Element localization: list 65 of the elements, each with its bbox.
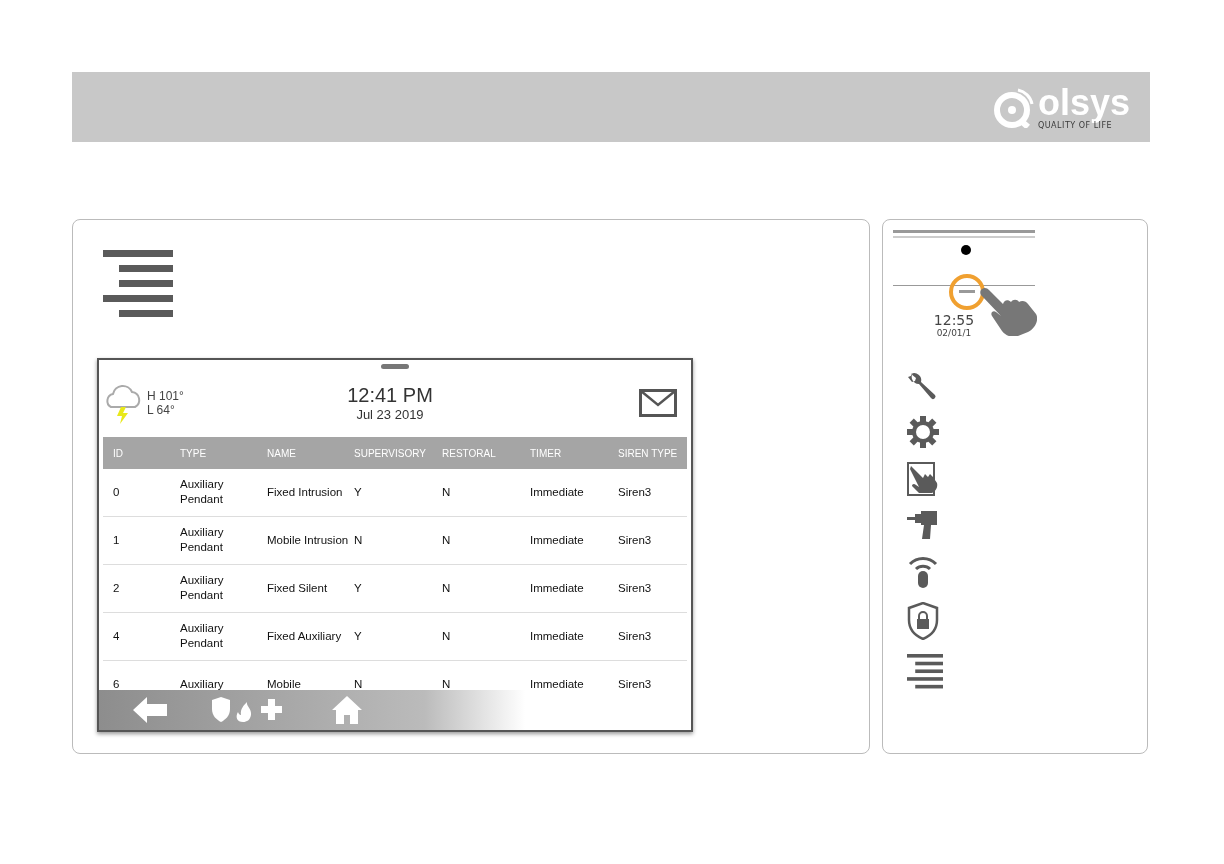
table-cell-text: Auxiliary Pendant <box>180 477 225 508</box>
table-cell-text: 2 <box>113 580 121 596</box>
table-cell-text: N <box>442 628 452 644</box>
table-row[interactable]: 2 Auxiliary Pendant Fixed Silent Y N Immediate Siren3 <box>103 564 687 613</box>
table-row[interactable]: 0 Auxiliary Pendant Fixed Intrusion Y N Immediate Siren3 <box>103 468 687 517</box>
drawer-handle[interactable] <box>381 364 409 369</box>
logo-icon <box>993 86 1036 128</box>
drill-icon[interactable] <box>907 510 939 540</box>
column-header: SUPERVISORY <box>354 447 427 459</box>
high-temperature: H 101° <box>147 389 184 404</box>
preview-time: 12:55 <box>933 312 975 328</box>
table-row[interactable]: 4 Auxiliary Pendant Fixed Auxiliary Y N Immediate Siren3 <box>103 612 687 661</box>
table-cell-text: Immediate <box>530 484 585 500</box>
shield-lock-icon[interactable] <box>907 602 939 640</box>
menu-icon <box>103 250 173 320</box>
back-arrow-icon[interactable] <box>133 697 167 724</box>
table-cell-text: Mobile <box>267 676 302 691</box>
table-cell-text: N <box>354 532 364 548</box>
table-cell-text: Siren3 <box>618 628 653 644</box>
table-cell-text: Fixed Intrusion <box>267 484 344 500</box>
wireless-remote-icon[interactable] <box>907 554 939 588</box>
clock-date: Jul 23 2019 <box>356 407 424 423</box>
table-cell-text: Auxiliary Pendant <box>180 573 225 604</box>
menu-icon <box>907 654 943 690</box>
table-cell-text: Fixed Auxiliary <box>267 628 343 644</box>
table-cell-text: 6 <box>113 676 121 691</box>
low-temperature: L 64° <box>147 403 176 418</box>
table-cell-text: 1 <box>113 532 121 548</box>
shield-fire-plus-icon[interactable] <box>211 697 283 724</box>
table-cell-text: Fixed Silent <box>267 580 329 596</box>
table-cell-text: 4 <box>113 628 121 644</box>
table-cell-text: N <box>442 484 452 500</box>
table-cell-text: Y <box>354 580 363 596</box>
table-cell-text: Siren3 <box>618 532 653 548</box>
table-cell-text: Immediate <box>530 628 585 644</box>
mail-icon[interactable] <box>639 389 677 418</box>
column-header: ID <box>113 447 124 459</box>
clock-time: 12:41 PM <box>347 384 433 408</box>
table-cell-text: Y <box>354 484 363 500</box>
table-cell-text: Immediate <box>530 580 585 596</box>
preview-date: 02/01/1 <box>936 328 972 338</box>
table-cell-text: Siren3 <box>618 484 653 500</box>
column-header: SIREN TYPE <box>618 447 679 459</box>
brand-name: olsys <box>1037 84 1130 121</box>
table-cell-text: Mobile Intrusion <box>267 532 350 548</box>
table-cell-text: Auxiliary <box>180 676 225 691</box>
column-header: NAME <box>267 447 297 459</box>
table-cell-text: N <box>354 676 364 691</box>
table-cell-text: N <box>442 532 452 548</box>
table-cell-text: 0 <box>113 484 121 500</box>
table-cell-text: N <box>442 580 452 596</box>
table-cell-text: Siren3 <box>618 676 653 691</box>
column-header: RESTORAL <box>442 447 497 459</box>
table-cell-text: Siren3 <box>618 580 653 596</box>
table-cell-text: Immediate <box>530 532 585 548</box>
table-cell-text: Auxiliary Pendant <box>180 525 225 556</box>
table-cell-text: N <box>442 676 452 691</box>
pointing-hand-icon <box>979 286 1037 336</box>
table-cell-text: Y <box>354 628 363 644</box>
touch-panel-icon[interactable] <box>907 462 939 496</box>
table-cell-text: Auxiliary Pendant <box>180 621 225 652</box>
column-header: TYPE <box>180 447 208 459</box>
table-row[interactable]: 1 Auxiliary Pendant Mobile Intrusion N N Immediate Siren3 <box>103 516 687 565</box>
table-cell-text: Immediate <box>530 676 585 691</box>
column-header: TIMER <box>530 447 563 459</box>
